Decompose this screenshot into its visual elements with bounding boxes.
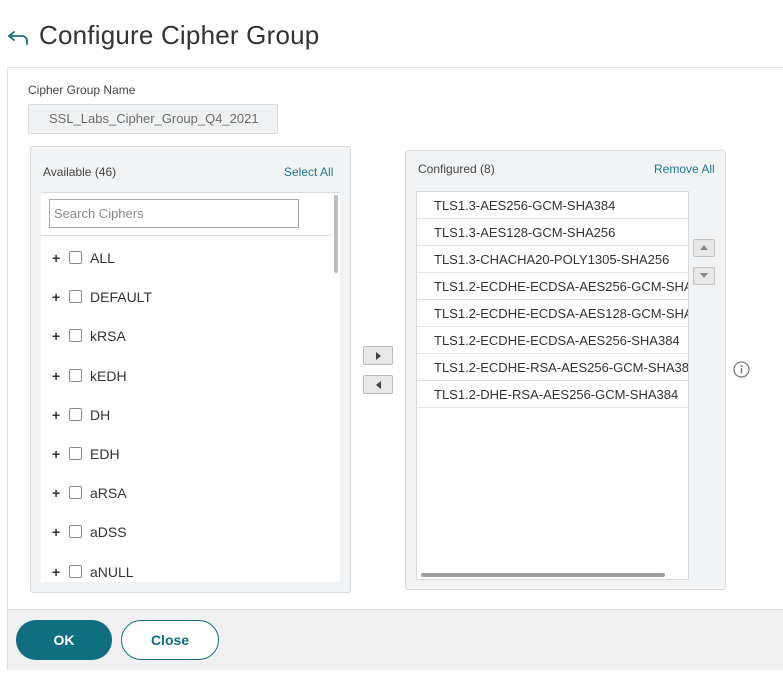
cipher-checkbox[interactable] — [69, 329, 82, 343]
page-title: Configure Cipher Group — [39, 20, 320, 50]
expand-plus-icon[interactable]: + — [52, 251, 62, 265]
cipher-group-name-label: Cipher Group Name — [28, 83, 136, 97]
available-cipher-row[interactable]: + DEFAULT — [41, 279, 331, 318]
available-cipher-row[interactable]: + aNULL — [41, 554, 331, 582]
cipher-checkbox[interactable] — [69, 486, 82, 500]
cipher-label: kRSA — [90, 328, 126, 345]
available-scrollbar[interactable] — [332, 193, 340, 582]
cipher-label: DH — [90, 406, 111, 423]
configured-title: Configured (8) — [418, 162, 495, 176]
available-cipher-row[interactable]: + kRSA — [41, 318, 331, 357]
move-right-button[interactable] — [363, 346, 393, 365]
configured-cipher-row[interactable]: TLS1.2-ECDHE-ECDSA-AES256-GCM-SHA384 — [417, 273, 688, 300]
move-left-button[interactable] — [363, 375, 393, 394]
cipher-checkbox[interactable] — [69, 525, 82, 539]
expand-plus-icon[interactable]: + — [52, 369, 62, 383]
cipher-checkbox[interactable] — [69, 368, 82, 382]
back-arrow-icon[interactable] — [7, 24, 31, 48]
available-ciphers-list: +ALL+DEFAULT+kRSA+kEDH+DH+EDH+aRSA+aDSS+… — [41, 192, 340, 582]
available-cipher-row[interactable]: + DH — [41, 397, 331, 436]
cipher-label: aDSS — [90, 524, 127, 541]
remove-all-link[interactable]: Remove All — [654, 162, 715, 176]
info-icon[interactable] — [733, 361, 750, 378]
configured-cipher-row[interactable]: TLS1.2-ECDHE-RSA-AES256-GCM-SHA384 — [417, 354, 688, 381]
configured-ciphers-list: TLS1.3-AES256-GCM-SHA384 TLS1.3-AES128-GC… — [416, 191, 689, 580]
arrow-left-icon — [376, 381, 381, 389]
expand-plus-icon[interactable]: + — [52, 565, 62, 579]
cipher-checkbox[interactable] — [69, 251, 82, 264]
available-cipher-row[interactable]: + kEDH — [41, 358, 331, 397]
cipher-label: aNULL — [90, 563, 134, 580]
expand-plus-icon[interactable]: + — [52, 408, 62, 422]
expand-plus-icon[interactable]: + — [52, 525, 62, 539]
configured-cipher-row[interactable]: TLS1.3-CHACHA20-POLY1305-SHA256 — [417, 246, 688, 273]
cipher-label: EDH — [90, 446, 120, 462]
available-scrollbar-thumb[interactable] — [334, 195, 338, 273]
expand-plus-icon[interactable]: + — [52, 329, 62, 343]
configured-cipher-row[interactable]: TLS1.2-ECDHE-ECDSA-AES128-GCM-SHA256 — [417, 300, 688, 327]
expand-plus-icon[interactable]: + — [52, 290, 62, 304]
configured-cipher-row[interactable]: TLS1.3-AES128-GCM-SHA256 — [417, 219, 688, 246]
cipher-checkbox[interactable] — [69, 407, 82, 421]
cipher-checkbox[interactable] — [69, 564, 82, 578]
configured-cipher-row[interactable]: TLS1.2-ECDHE-ECDSA-AES256-SHA384 — [417, 327, 688, 354]
close-button[interactable]: Close — [121, 620, 219, 660]
available-cipher-row[interactable]: + ALL — [41, 240, 331, 279]
configured-cipher-row[interactable]: TLS1.3-AES256-GCM-SHA384 — [417, 192, 688, 219]
select-all-link[interactable]: Select All — [284, 165, 333, 179]
cipher-checkbox[interactable] — [69, 447, 82, 460]
cipher-checkbox[interactable] — [69, 290, 82, 304]
expand-plus-icon[interactable]: + — [52, 486, 62, 500]
cipher-label: kEDH — [90, 367, 127, 384]
arrow-up-icon — [700, 245, 708, 250]
configured-horizontal-scrollbar[interactable] — [421, 573, 665, 577]
available-cipher-row[interactable]: + aDSS — [41, 514, 331, 553]
move-down-button[interactable] — [693, 267, 715, 285]
available-cipher-row[interactable]: + aRSA — [41, 475, 331, 514]
ok-button[interactable]: OK — [16, 620, 112, 660]
configured-cipher-row[interactable]: TLS1.2-DHE-RSA-AES256-GCM-SHA384 — [417, 381, 688, 408]
cipher-label: aRSA — [90, 485, 127, 502]
page-header: Configure Cipher Group — [0, 0, 783, 68]
move-up-button[interactable] — [693, 239, 715, 257]
search-container — [41, 193, 332, 236]
search-ciphers-input[interactable] — [49, 199, 299, 228]
available-cipher-row[interactable]: + EDH — [41, 436, 331, 475]
arrow-right-icon — [376, 352, 381, 360]
arrow-down-icon — [700, 273, 708, 278]
cipher-label: ALL — [90, 250, 115, 266]
available-title: Available (46) — [43, 165, 117, 179]
expand-plus-icon[interactable]: + — [52, 447, 62, 461]
cipher-group-name-field: SSL_Labs_Cipher_Group_Q4_2021 — [28, 104, 278, 134]
cipher-label: DEFAULT — [90, 289, 152, 306]
